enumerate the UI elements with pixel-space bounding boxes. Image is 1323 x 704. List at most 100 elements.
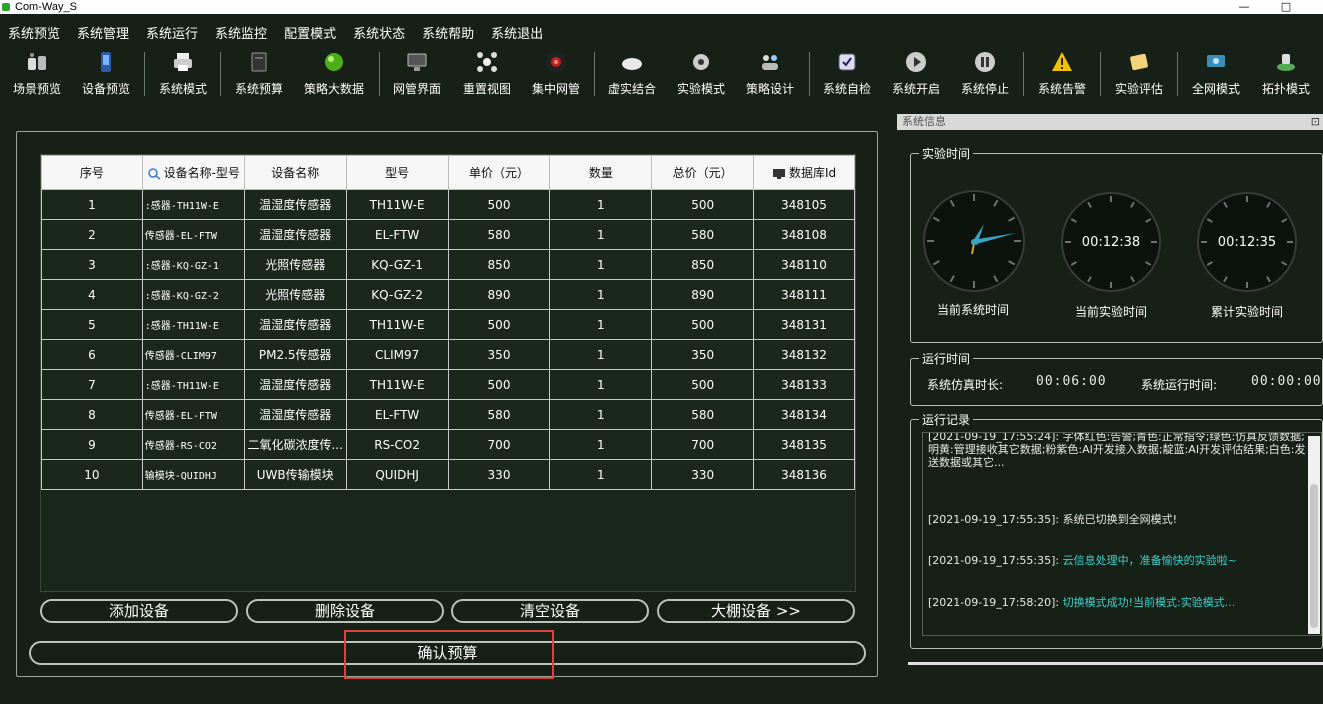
greenhouse-devices-button[interactable]: 大棚设备 >> — [657, 599, 855, 623]
users-icon — [762, 55, 778, 70]
title-bar: Com-Way_S — □ — [0, 0, 1323, 14]
table-row[interactable]: 1:感器-TH11W-E 温湿度传感器 TH11W-E 500 1 500 348105 — [41, 189, 855, 220]
menu-system-preview[interactable]: 系统预览 — [0, 18, 69, 44]
pause-icon — [975, 52, 995, 72]
pin-icon[interactable]: ⊡ — [1311, 114, 1320, 130]
run-time-label: 系统运行时间: — [1141, 378, 1218, 392]
sim-duration-label: 系统仿真时长: — [927, 378, 1004, 392]
log-entry: [2021-09-19_17:55:35]: 云信息处理中，准备愉快的实验啦~ — [928, 554, 1237, 567]
add-device-button[interactable]: 添加设备 — [40, 599, 238, 623]
monitor-icon — [772, 168, 785, 179]
table-row[interactable]: 7:感器-TH11W-E 温湿度传感器 TH11W-E 500 1 500 348133 — [41, 369, 855, 400]
toolbar-scene-preview[interactable]: 场景预览 — [2, 50, 72, 100]
toolbar-separator — [144, 52, 145, 96]
toolbar-system-budget[interactable]: 系统预算 — [224, 50, 294, 100]
col-header-device-name[interactable]: 设备名称 — [243, 155, 347, 190]
app-icon — [2, 3, 10, 11]
warning-icon — [1052, 52, 1072, 71]
table-row[interactable]: 5:感器-TH11W-E 温湿度传感器 TH11W-E 500 1 500 348131 — [41, 309, 855, 340]
menu-system-status[interactable]: 系统状态 — [345, 18, 414, 44]
table-row[interactable]: 10 输模块-QUIDHJ UWB传输模块 QUIDHJ 330 1 330 348136 — [41, 459, 855, 490]
toolbar-reset-view[interactable]: 重置视图 — [452, 50, 522, 100]
budget-panel: 序号 设备名称-型号 设备名称 型号 单价（元） 数量 总价（元） 数据库Id … — [16, 131, 878, 679]
toolbar-topology-mode[interactable]: 拓扑模式 — [1251, 50, 1321, 100]
log-entry: [2021-09-19_17:55:24]: 字体红色:告警;青色:正常指令;绿… — [928, 432, 1306, 469]
current-experiment-time: 00:12:38 — [1081, 235, 1141, 250]
delete-device-button[interactable]: 删除设备 — [246, 599, 444, 623]
toolbar-central-nms[interactable]: 集中网管 — [521, 50, 591, 100]
log-scrollbar[interactable] — [1308, 436, 1320, 634]
run-time-value: 00:00:00 — [1251, 374, 1322, 389]
toolbar-system-alarm[interactable]: 系统告警 — [1027, 50, 1097, 100]
log-entry: [2021-09-19_17:58:20]: 切换模式成功!当前模式:实验模式.… — [928, 596, 1236, 609]
toolbar: 场景预览 设备预览 系统模式 系统预算 策略大数据 网管界面 重置视图 集中网管… — [0, 46, 1323, 102]
table-row[interactable]: 8 传感器-EL-FTW 温湿度传感器 EL-FTW 580 1 580 348134 — [41, 399, 855, 430]
col-header-unit-price[interactable]: 单价（元） — [447, 155, 551, 190]
toolbar-strategy-design[interactable]: 策略设计 — [735, 50, 805, 100]
table-row[interactable]: 4:感器-KQ-GZ-2 光照传感器 KQ-GZ-2 890 1 890 348111 — [41, 279, 855, 310]
system-info-header: 系统信息 ⊡ — [897, 114, 1323, 130]
run-log-textarea[interactable]: [2021-09-19_17:55:24]: 字体红色:告警;青色:正常指令;绿… — [922, 432, 1322, 636]
toolbar-experiment-mode[interactable]: 实验模式 — [666, 50, 736, 100]
cloud-icon — [622, 58, 642, 70]
device-icon — [101, 52, 111, 72]
clear-devices-button[interactable]: 清空设备 — [451, 599, 649, 623]
table-header-row: 序号 设备名称-型号 设备名称 型号 单价（元） 数量 总价（元） 数据库Id — [41, 155, 855, 190]
run-time-title: 运行时间 — [919, 350, 974, 367]
toolbar-separator — [379, 52, 380, 96]
printer-icon — [174, 53, 192, 71]
table-row[interactable]: 6 传感器-CLIM97 PM2.5传感器 CLIM97 350 1 350 348132 — [41, 339, 855, 370]
col-header-model[interactable]: 型号 — [345, 155, 449, 190]
toolbar-separator — [809, 52, 810, 96]
total-experiment-label: 累计实验时间 — [1210, 305, 1283, 319]
toolbar-network-ui[interactable]: 网管界面 — [382, 50, 452, 100]
toolbar-separator — [1177, 52, 1178, 96]
table-row[interactable]: 3:感器-KQ-GZ-1 光照传感器 KQ-GZ-1 850 1 850 348110 — [41, 249, 855, 280]
total-experiment-time: 00:12:35 — [1217, 235, 1277, 250]
menu-config-mode[interactable]: 配置模式 — [276, 18, 345, 44]
toolbar-virtual-real[interactable]: 虚实结合 — [597, 50, 667, 100]
menu-system-monitor[interactable]: 系统监控 — [207, 18, 276, 44]
book-icon — [251, 52, 267, 72]
toolbar-strategy-bigdata[interactable]: 策略大数据 — [299, 50, 369, 100]
toolbar-system-stop[interactable]: 系统停止 — [950, 50, 1020, 100]
toolbar-separator — [1023, 52, 1024, 96]
gear-icon — [693, 54, 709, 70]
menu-system-run[interactable]: 系统运行 — [138, 18, 207, 44]
run-log-title: 运行记录 — [919, 411, 974, 428]
col-header-device-model[interactable]: 设备名称-型号 — [141, 155, 245, 190]
highlight-frame — [344, 630, 554, 679]
run-time-group: 运行时间 系统仿真时长: 00:06:00 系统运行时间: 00:00:00 — [910, 350, 1323, 406]
col-header-quantity[interactable]: 数量 — [549, 155, 653, 190]
col-header-index[interactable]: 序号 — [41, 155, 143, 190]
toolbar-system-mode[interactable]: 系统模式 — [148, 50, 218, 100]
maximize-button[interactable]: □ — [1266, 0, 1306, 14]
table-row[interactable]: 9 传感器-RS-CO2 二氧化碳浓度传... RS-CO2 700 1 700 348135 — [41, 429, 855, 460]
play-icon — [906, 52, 926, 72]
window-title: Com-Way_S — [15, 1, 77, 13]
table-row[interactable]: 2 传感器-EL-FTW 温湿度传感器 EL-FTW 580 1 580 348108 — [41, 219, 855, 250]
toolbar-system-start[interactable]: 系统开启 — [881, 50, 951, 100]
toolbar-separator — [594, 52, 595, 96]
menu-system-management[interactable]: 系统管理 — [69, 18, 138, 44]
network-icon — [1207, 55, 1225, 67]
toolbar-fullnet-mode[interactable]: 全网模式 — [1181, 50, 1251, 100]
minimize-button[interactable]: — — [1224, 0, 1264, 14]
experiment-time-title: 实验时间 — [919, 145, 974, 162]
check-icon — [838, 53, 856, 71]
menu-system-exit[interactable]: 系统退出 — [483, 18, 552, 44]
target-icon — [546, 52, 566, 72]
col-header-db-id[interactable]: 数据库Id — [753, 155, 855, 190]
toolbar-experiment-eval[interactable]: 实验评估 — [1104, 50, 1174, 100]
log-scrollbar-thumb[interactable] — [1310, 484, 1318, 628]
col-header-total-price[interactable]: 总价（元） — [651, 155, 755, 190]
menu-bar: 系统预览 系统管理 系统运行 系统监控 配置模式 系统状态 系统帮助 系统退出 — [0, 18, 1323, 44]
system-clock-label: 当前系统时间 — [936, 303, 1009, 317]
sim-duration-value: 00:06:00 — [1036, 374, 1107, 389]
toolbar-separator — [1100, 52, 1101, 96]
toolbar-self-check[interactable]: 系统自检 — [812, 50, 882, 100]
toolbar-device-preview[interactable]: 设备预览 — [71, 50, 141, 100]
device-table-body: 1:感器-TH11W-E 温湿度传感器 TH11W-E 500 1 500 348105 2… — [41, 189, 855, 490]
menu-system-help[interactable]: 系统帮助 — [414, 18, 483, 44]
monitor-icon — [407, 53, 427, 71]
